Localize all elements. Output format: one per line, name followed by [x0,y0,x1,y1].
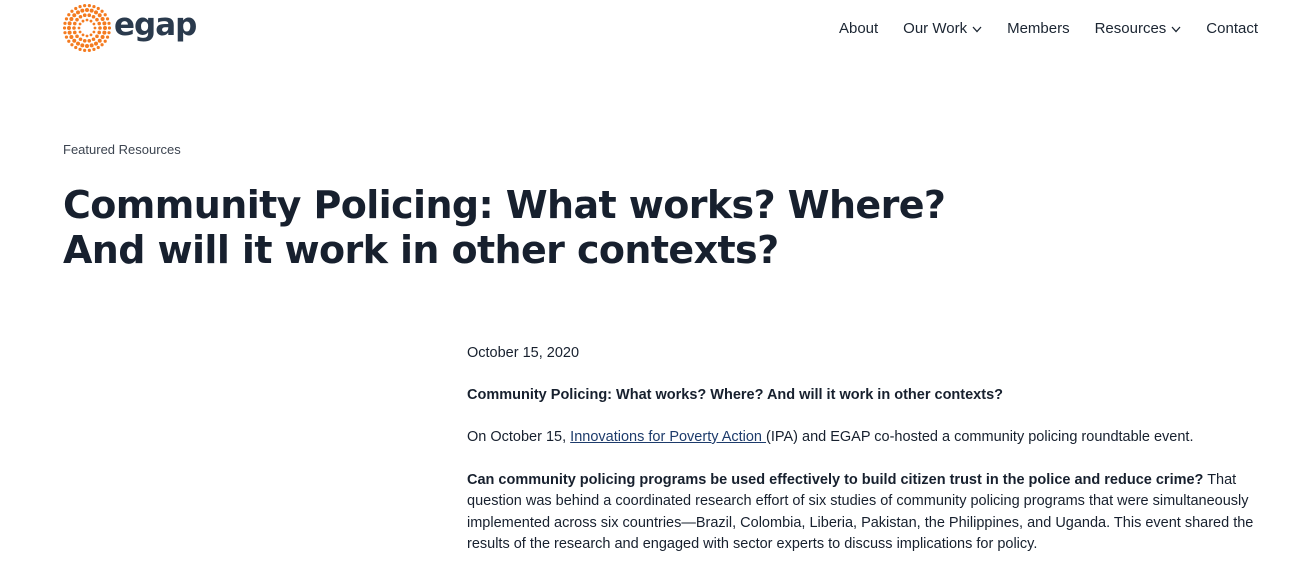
intro-text-after-link: (IPA) and EGAP co-hosted a community pol… [766,429,1194,445]
sunburst-logo-icon [63,4,111,52]
article-body: October 15, 2020 Community Policing: Wha… [467,343,1257,556]
nav-our-work[interactable]: Our Work [903,19,982,39]
nav-resources[interactable]: Resources [1095,19,1182,39]
chevron-down-icon [972,26,982,32]
logo-wordmark: egap [114,7,197,43]
ipa-link[interactable]: Innovations for Poverty Action [570,429,766,445]
nav-about[interactable]: About [839,19,878,39]
egap-logo[interactable]: egap [63,4,197,52]
nav-resources-label: Resources [1094,20,1167,37]
nav-about-label: About [838,20,879,37]
page-title: Community Policing: What works? Where? A… [63,183,963,273]
nav-members-label: Members [1007,20,1070,37]
chevron-down-icon [1171,26,1181,32]
intro-paragraph: On October 15, Innovations for Poverty A… [467,427,1257,449]
page-title-line-1: Community Policing: What works? Where? [63,183,946,227]
article-subheading: Community Policing: What works? Where? A… [467,386,1003,403]
intro-text-before-link: On October 15, [467,429,571,445]
body-bold-lead: Can community policing programs be used … [467,471,1204,488]
main-nav: About Our Work Members Resources Contact [814,19,1258,39]
nav-contact-label: Contact [1206,20,1258,37]
page-title-line-2: And will it work in other contexts? [63,228,779,272]
body-paragraph: Can community policing programs be used … [467,470,1257,556]
nav-contact[interactable]: Contact [1206,19,1258,39]
category-eyebrow: Featured Resources [63,142,181,157]
nav-our-work-label: Our Work [903,20,968,37]
nav-members[interactable]: Members [1007,19,1070,39]
publish-date: October 15, 2020 [467,345,580,361]
